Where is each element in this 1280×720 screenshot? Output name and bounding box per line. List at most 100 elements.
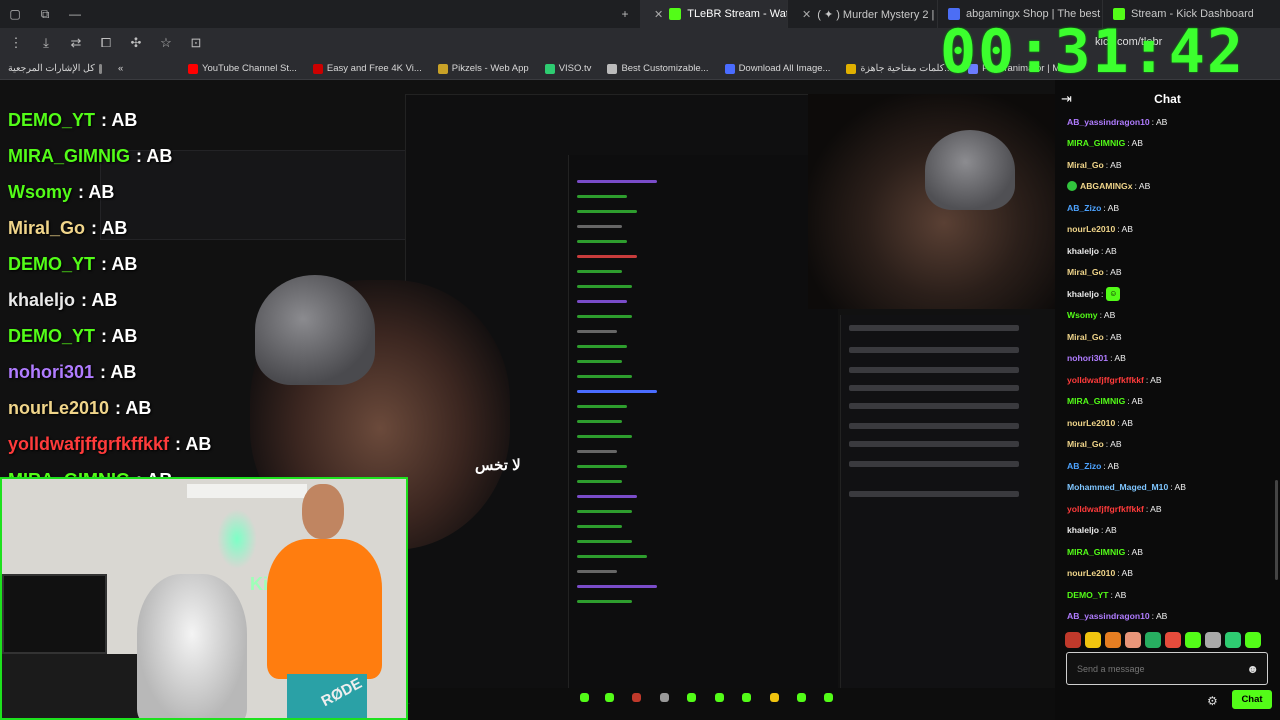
translate-icon[interactable]: ⇄ <box>68 35 84 51</box>
bookmark-youtube-studio[interactable]: YouTube Channel St... <box>180 63 305 74</box>
bookmark-all-bookmarks[interactable]: كل الإشارات المرجعية <box>0 63 110 74</box>
person-orange-hoodie <box>267 539 382 679</box>
captured-chat-line <box>577 375 632 378</box>
captured-taskbar <box>410 688 1055 720</box>
chat-message[interactable]: yolldwafjffgrfkffkkf: AB <box>1067 498 1272 520</box>
captured-emote <box>742 693 751 702</box>
tab-label: ( ✦ ) Murder Mystery 2 | Play o <box>817 8 937 21</box>
emote-icon[interactable] <box>1245 632 1261 648</box>
captured-chat-column <box>568 155 838 695</box>
bookmark-viso[interactable]: VISO.tv <box>537 63 600 74</box>
emote-icon[interactable] <box>1165 632 1181 648</box>
emote-icon[interactable] <box>1185 632 1201 648</box>
close-tab-icon[interactable]: ✕ <box>654 8 663 21</box>
captured-chat-line <box>577 585 657 588</box>
download-icon[interactable]: ⤓ <box>38 35 54 51</box>
chat-message[interactable]: Wsomy: AB <box>1067 305 1272 327</box>
emoji-picker-icon[interactable]: ☻ <box>1246 662 1259 676</box>
captured-chat-line <box>577 210 637 213</box>
more-menu-icon[interactable]: ⋮ <box>8 35 24 51</box>
house-icon <box>846 63 857 74</box>
captured-settings-row <box>849 347 1019 353</box>
bookmark-customizable[interactable]: Best Customizable... <box>599 63 716 74</box>
gaming-chair <box>137 574 247 718</box>
globe-icon <box>607 63 618 74</box>
captured-settings-panel <box>840 315 1030 715</box>
download-images-icon <box>724 63 735 74</box>
chat-message[interactable]: nourLe2010: AB <box>1067 412 1272 434</box>
chat-message[interactable]: nohori301: AB <box>1067 348 1272 370</box>
chat-message[interactable]: AB_yassindragon10: AB <box>1067 606 1272 628</box>
chat-message[interactable]: Miral_Go: AB <box>1067 154 1272 176</box>
chevron-left-icon[interactable]: « <box>110 63 180 74</box>
captured-chat-line <box>577 225 622 228</box>
chat-message-input[interactable] <box>1077 663 1237 674</box>
bookmark-download-images[interactable]: Download All Image... <box>717 63 839 74</box>
overlay-chat-line: DEMO_YT: AB <box>8 253 138 274</box>
captured-chat-line <box>577 180 657 183</box>
new-tab-icon[interactable]: + <box>610 0 640 28</box>
captured-settings-row <box>849 325 1019 331</box>
person-head <box>302 484 344 539</box>
chat-message[interactable]: khaleljo: ☺ <box>1067 283 1272 305</box>
chat-message[interactable]: khaleljo: AB <box>1067 520 1272 542</box>
chat-message[interactable]: MIRA_GIMNIG: AB <box>1067 541 1272 563</box>
chat-message[interactable]: nourLe2010: AB <box>1067 219 1272 241</box>
chat-message[interactable]: Mohammed_Maged_M10: AB <box>1067 477 1272 499</box>
chat-message[interactable]: Miral_Go: AB <box>1067 262 1272 284</box>
chat-header: Chat ⇥ <box>1055 88 1280 110</box>
chat-message[interactable]: Miral_Go: AB <box>1067 434 1272 456</box>
chat-message[interactable]: Miral_Go: AB <box>1067 326 1272 348</box>
chat-title: Chat <box>1154 92 1181 106</box>
captured-settings-row <box>849 385 1019 391</box>
captured-settings-row <box>849 403 1019 409</box>
captured-chat-line <box>577 420 622 423</box>
chat-message[interactable]: MIRA_GIMNIG: AB <box>1067 133 1272 155</box>
chat-message[interactable]: AB_yassindragon10: AB <box>1067 111 1272 133</box>
captured-emote <box>660 693 669 702</box>
chat-message[interactable]: khaleljo: AB <box>1067 240 1272 262</box>
chat-message[interactable]: MIRA_GIMNIG: AB <box>1067 391 1272 413</box>
chat-send-button[interactable]: Chat <box>1232 690 1272 709</box>
tab-tlebr-stream[interactable]: ✕ TLeBR Stream - Watch Live <box>640 0 788 28</box>
emote-icon[interactable] <box>1105 632 1121 648</box>
emote-icon[interactable] <box>1205 632 1221 648</box>
emote-icon[interactable] <box>1085 632 1101 648</box>
stream-timer: 00:31:42 <box>940 17 1245 87</box>
emote-icon[interactable] <box>1225 632 1241 648</box>
captured-chat-line <box>577 195 627 198</box>
close-tab-icon[interactable]: ✕ <box>802 8 811 21</box>
chat-message[interactable]: DEMO_YT: AB <box>1067 584 1272 606</box>
collapse-chat-icon[interactable]: ⇥ <box>1061 91 1072 107</box>
extension-icon[interactable]: ✣ <box>128 35 144 51</box>
chat-scrollbar[interactable] <box>1275 480 1278 580</box>
chat-settings-gear-icon[interactable]: ⚙ <box>1207 694 1218 708</box>
kick-emote-icon: ☺ <box>1106 286 1121 301</box>
window-minimize-icon[interactable]: — <box>60 0 90 28</box>
window-restore-icon[interactable]: ⧉ <box>30 0 60 28</box>
bookmark-4k-video[interactable]: Easy and Free 4K Vi... <box>305 63 430 74</box>
chat-message[interactable]: yolldwafjffgrfkffkkf: AB <box>1067 369 1272 391</box>
captured-emote <box>797 693 806 702</box>
chat-message[interactable]: ABGAMINGx: AB <box>1067 176 1272 198</box>
screenshot-icon[interactable]: ⧠ <box>98 35 114 51</box>
captured-chat-line <box>577 480 622 483</box>
captured-chat-line <box>577 270 622 273</box>
captured-chat-line <box>577 255 637 258</box>
chat-message-list[interactable]: AB_yassindragon10: AB MIRA_GIMNIG: AB Mi… <box>1067 111 1272 627</box>
bookmark-star-icon[interactable]: ☆ <box>158 35 174 51</box>
tab-murder-mystery[interactable]: ✕ ( ✦ ) Murder Mystery 2 | Play o <box>788 0 938 28</box>
overlay-chat-line: yolldwafjffgrfkffkkf: AB <box>8 433 212 454</box>
emote-icon[interactable] <box>1145 632 1161 648</box>
cast-icon[interactable]: ⊡ <box>188 35 204 51</box>
chat-message[interactable]: AB_Zizo: AB <box>1067 455 1272 477</box>
window-menu-icon[interactable]: ▢ <box>0 0 30 28</box>
bookmark-pikzels[interactable]: Pikzels - Web App <box>430 63 537 74</box>
stream-video-player[interactable]: لا تخس DEMO_YT: AB MIRA_GIMNIG: AB Wsomy… <box>0 80 1055 720</box>
chat-message[interactable]: nourLe2010: AB <box>1067 563 1272 585</box>
pikzels-icon <box>437 63 448 74</box>
captured-chat-line <box>577 360 622 363</box>
emote-icon[interactable] <box>1065 632 1081 648</box>
emote-icon[interactable] <box>1125 632 1141 648</box>
chat-message[interactable]: AB_Zizo: AB <box>1067 197 1272 219</box>
